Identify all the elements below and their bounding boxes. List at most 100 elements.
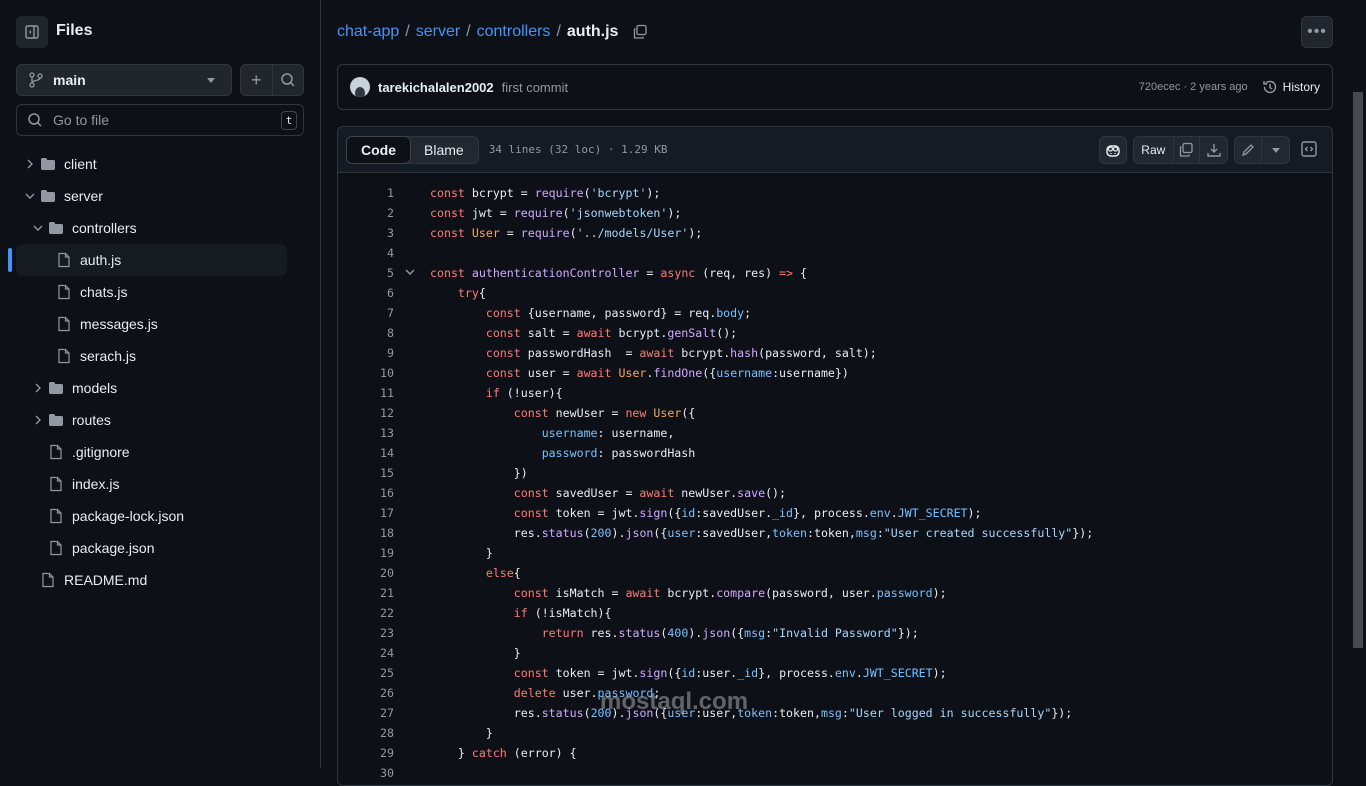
copy-path-icon[interactable]: [632, 24, 648, 40]
line-number[interactable]: 15: [338, 463, 394, 483]
code-token: res.: [583, 626, 619, 640]
tree-item-messages-js[interactable]: messages.js: [0, 308, 320, 340]
line-number[interactable]: 1: [338, 183, 394, 203]
line-number[interactable]: 26: [338, 683, 394, 703]
chevron-right-icon[interactable]: [32, 382, 44, 394]
symbols-panel-button[interactable]: [1300, 140, 1318, 161]
file-info: 34 lines (32 loc) · 1.29 KB: [488, 143, 668, 156]
commit-meta[interactable]: 720ecec · 2 years ago: [1139, 81, 1248, 93]
chevron-right-icon[interactable]: [24, 158, 36, 170]
code-token: res.: [430, 706, 542, 720]
line-number[interactable]: 9: [338, 343, 394, 363]
avatar[interactable]: [350, 77, 370, 97]
raw-button[interactable]: Raw: [1134, 137, 1174, 163]
code-text: const user = await User.findOne({usernam…: [430, 363, 849, 383]
active-item-indicator: [8, 248, 12, 272]
line-number[interactable]: 6: [338, 283, 394, 303]
code-token: new: [625, 406, 647, 420]
chevron-right-icon[interactable]: [32, 414, 44, 426]
tab-blame[interactable]: Blame: [410, 137, 478, 163]
line-number[interactable]: 22: [338, 603, 394, 623]
code-view[interactable]: 1 const bcrypt = require('bcrypt'); 2 const…: [338, 173, 1332, 783]
line-number[interactable]: 17: [338, 503, 394, 523]
line-number[interactable]: 7: [338, 303, 394, 323]
code-token: (password, salt);: [758, 346, 877, 360]
line-number[interactable]: 2: [338, 203, 394, 223]
edit-dropdown-button[interactable]: [1262, 137, 1289, 163]
search-icon: [28, 113, 42, 127]
collapse-sidebar-button[interactable]: [16, 16, 48, 48]
download-button[interactable]: [1200, 137, 1227, 163]
code-token: }): [430, 466, 528, 480]
line-number[interactable]: 3: [338, 223, 394, 243]
code-token: body: [716, 306, 745, 320]
file-icon: [56, 252, 72, 268]
line-number[interactable]: 25: [338, 663, 394, 683]
line-number[interactable]: 21: [338, 583, 394, 603]
line-number[interactable]: 12: [338, 403, 394, 423]
line-number[interactable]: 18: [338, 523, 394, 543]
chevron-down-icon[interactable]: [32, 222, 44, 234]
tree-item-gitignore[interactable]: .gitignore: [0, 436, 320, 468]
line-number[interactable]: 5: [338, 263, 394, 283]
tab-code[interactable]: Code: [346, 135, 411, 164]
line-number[interactable]: 14: [338, 443, 394, 463]
copy-raw-button[interactable]: [1174, 137, 1201, 163]
tree-item-index-js[interactable]: index.js: [0, 468, 320, 500]
line-number[interactable]: 27: [338, 703, 394, 723]
chevron-down-icon[interactable]: [24, 190, 36, 202]
code-token: jwt =: [471, 206, 514, 220]
line-number[interactable]: 24: [338, 643, 394, 663]
tree-item-routes[interactable]: routes: [0, 404, 320, 436]
edit-button[interactable]: [1235, 137, 1263, 163]
tree-item-readme-md[interactable]: README.md: [0, 564, 320, 596]
line-number[interactable]: 20: [338, 563, 394, 583]
branch-selector[interactable]: main: [16, 64, 232, 96]
add-file-button[interactable]: +: [241, 65, 273, 95]
history-button[interactable]: History: [1262, 79, 1320, 95]
line-number[interactable]: 23: [338, 623, 394, 643]
code-line: 24 }: [338, 643, 1332, 663]
tree-item-label: package-lock.json: [72, 508, 185, 524]
line-number[interactable]: 4: [338, 243, 394, 263]
line-number[interactable]: 13: [338, 423, 394, 443]
breadcrumb-controllers[interactable]: controllers: [477, 23, 551, 41]
tree-item-models[interactable]: models: [0, 372, 320, 404]
tree-item-serach-js[interactable]: serach.js: [0, 340, 320, 372]
go-to-file-input[interactable]: Go to file t: [16, 104, 304, 136]
commit-message[interactable]: first commit: [502, 80, 568, 95]
breadcrumb-repo[interactable]: chat-app: [337, 23, 399, 41]
git-branch-icon: [29, 72, 43, 88]
tree-item-server[interactable]: server: [0, 180, 320, 212]
tree-item-package-json[interactable]: package.json: [0, 532, 320, 564]
code-text: const authenticationController = async (…: [430, 263, 807, 283]
tree-item-auth-js[interactable]: auth.js: [0, 244, 320, 276]
tree-item-client[interactable]: client: [0, 148, 320, 180]
line-number[interactable]: 16: [338, 483, 394, 503]
line-number[interactable]: 8: [338, 323, 394, 343]
line-number[interactable]: 10: [338, 363, 394, 383]
line-number[interactable]: 19: [338, 543, 394, 563]
copilot-button[interactable]: [1099, 136, 1127, 164]
tree-item-chats-js[interactable]: chats.js: [0, 276, 320, 308]
code-token: if: [485, 386, 500, 400]
code-text: const savedUser = await newUser.save();: [430, 483, 786, 503]
search-button[interactable]: [273, 65, 304, 95]
code-text: const {username, password} = req.body;: [430, 303, 751, 323]
tree-item-controllers[interactable]: controllers: [0, 212, 320, 244]
code-token: compare: [716, 586, 766, 600]
line-number[interactable]: 11: [338, 383, 394, 403]
scrollbar-thumb[interactable]: [1353, 92, 1363, 648]
tree-item-package-lock-json[interactable]: package-lock.json: [0, 500, 320, 532]
code-line: 8 const salt = await bcrypt.genSalt();: [338, 323, 1332, 343]
more-options-button[interactable]: •••: [1301, 16, 1333, 48]
line-number[interactable]: 28: [338, 723, 394, 743]
page-scrollbar[interactable]: [1350, 0, 1366, 768]
line-number[interactable]: 29: [338, 743, 394, 763]
breadcrumb-server[interactable]: server: [416, 23, 460, 41]
commit-author[interactable]: tarekichalalen2002: [378, 80, 494, 95]
fold-chevron-icon[interactable]: [404, 268, 416, 278]
line-number[interactable]: 30: [338, 763, 394, 783]
